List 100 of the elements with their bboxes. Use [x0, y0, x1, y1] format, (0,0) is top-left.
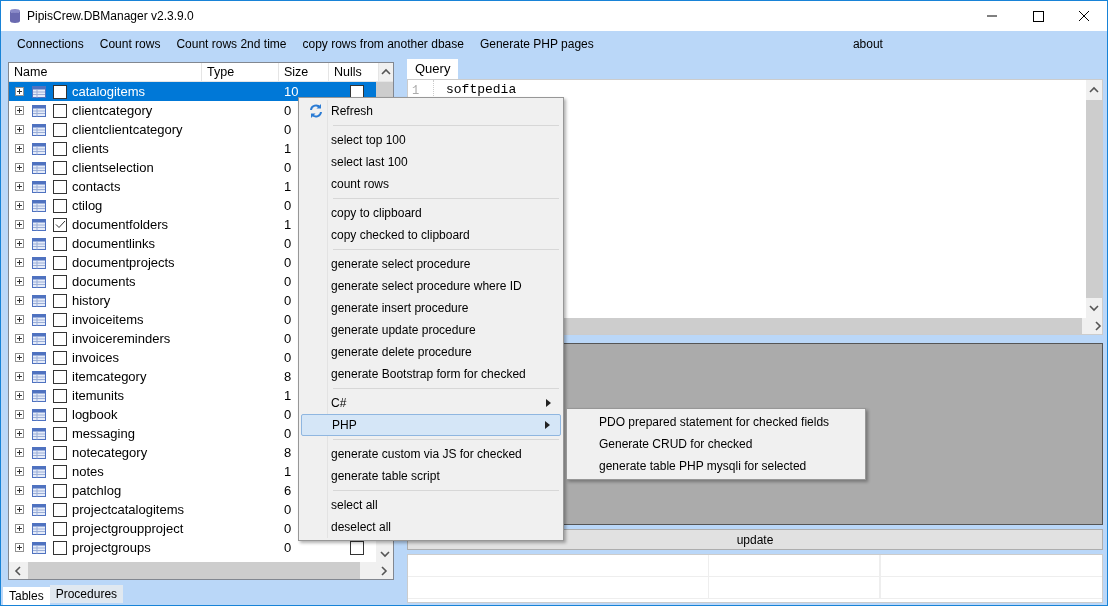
expand-icon[interactable] — [15, 163, 24, 172]
column-header[interactable]: Name — [9, 63, 202, 81]
checkbox[interactable] — [53, 255, 67, 270]
menu-item[interactable]: generate table PHP mysqli for selected — [567, 455, 865, 477]
size-value: 6 — [284, 483, 292, 498]
expand-icon[interactable] — [15, 296, 24, 305]
scroll-up-icon[interactable] — [1089, 86, 1099, 94]
table-icon — [32, 199, 46, 212]
expand-icon[interactable] — [15, 182, 24, 191]
expand-icon[interactable] — [15, 486, 24, 495]
checkbox[interactable] — [53, 521, 67, 536]
expand-icon[interactable] — [15, 353, 24, 362]
expand-icon[interactable] — [15, 334, 24, 343]
checkbox[interactable] — [53, 103, 67, 118]
checkbox[interactable] — [53, 445, 67, 460]
horizontal-scrollbar[interactable] — [9, 562, 393, 579]
menu-item[interactable]: generate Bootstrap form for checked — [301, 363, 561, 385]
checkbox[interactable] — [53, 274, 67, 289]
expand-icon[interactable] — [15, 144, 24, 153]
menu-item[interactable]: select all — [301, 494, 561, 516]
menu-item[interactable]: Count rows — [91, 37, 169, 51]
submenu-arrow-icon — [545, 421, 550, 429]
checkbox[interactable] — [53, 312, 67, 327]
checkbox[interactable] — [53, 122, 67, 137]
expand-icon[interactable] — [15, 410, 24, 419]
expand-icon[interactable] — [15, 201, 24, 210]
table-name: catalogitems — [72, 84, 145, 99]
submenu-item[interactable]: PHP — [301, 414, 561, 436]
column-header[interactable]: Type — [202, 63, 279, 81]
table-icon — [32, 142, 46, 155]
menu-item[interactable]: copy rows from another dbase — [294, 37, 472, 51]
expand-icon[interactable] — [15, 448, 24, 457]
nulls-checkbox[interactable] — [349, 84, 364, 99]
tree-row[interactable]: catalogitems 10 — [9, 82, 376, 101]
expand-icon[interactable] — [15, 277, 24, 286]
table-name: clientcategory — [72, 103, 153, 118]
size-value: 0 — [284, 160, 292, 175]
expand-icon[interactable] — [15, 125, 24, 134]
scroll-down-icon[interactable] — [1089, 304, 1099, 312]
expand-icon[interactable] — [15, 505, 24, 514]
expand-icon[interactable] — [15, 87, 24, 96]
expand-icon[interactable] — [15, 239, 24, 248]
expand-icon[interactable] — [15, 543, 24, 552]
checkbox[interactable] — [53, 331, 67, 346]
menu-item[interactable]: PDO prepared statement for checked fields — [567, 411, 865, 433]
table-name: projectgroups — [72, 540, 151, 555]
checkbox[interactable] — [53, 217, 67, 232]
checkbox[interactable] — [53, 293, 67, 308]
tab[interactable]: Tables — [3, 587, 50, 605]
checkbox[interactable] — [53, 198, 67, 213]
size-value: 0 — [284, 122, 292, 137]
menu-item[interactable]: Generate CRUD for checked — [567, 433, 865, 455]
checkbox[interactable] — [53, 502, 67, 517]
vertical-scrollbar[interactable] — [1086, 80, 1102, 318]
table-icon — [32, 237, 46, 250]
size-value: 0 — [284, 293, 292, 308]
checkbox[interactable] — [53, 388, 67, 403]
menu-item[interactable]: about — [847, 35, 1103, 53]
scroll-left-icon[interactable] — [14, 565, 22, 576]
checkbox[interactable] — [53, 160, 67, 175]
tab[interactable]: Procedures — [49, 585, 124, 603]
menu-item[interactable]: Connections — [9, 37, 92, 51]
checkbox[interactable] — [53, 350, 67, 365]
table-name: contacts — [72, 179, 121, 194]
menu-item[interactable]: generate table script — [301, 465, 561, 487]
checkbox[interactable] — [53, 236, 67, 251]
expand-icon[interactable] — [15, 391, 24, 400]
scroll-right-icon[interactable] — [1094, 321, 1102, 331]
expand-icon[interactable] — [15, 429, 24, 438]
menu-item[interactable]: Count rows 2nd time — [168, 37, 295, 51]
expand-icon[interactable] — [15, 106, 24, 115]
checkbox[interactable] — [53, 540, 67, 555]
expand-icon[interactable] — [15, 258, 24, 267]
checkbox[interactable] — [53, 369, 67, 384]
scroll-down-icon[interactable] — [379, 550, 390, 558]
checkbox[interactable] — [53, 483, 67, 498]
expand-icon[interactable] — [15, 467, 24, 476]
size-value: 1 — [284, 464, 292, 479]
checkbox[interactable] — [53, 179, 67, 194]
scroll-up-icon[interactable] — [381, 68, 391, 76]
expand-icon[interactable] — [15, 220, 24, 229]
submenu-item[interactable]: C# — [301, 392, 561, 414]
table-icon — [32, 446, 46, 459]
checkbox[interactable] — [53, 84, 67, 99]
column-header[interactable]: Size — [279, 63, 329, 81]
expand-icon[interactable] — [15, 372, 24, 381]
menu-item[interactable]: Generate PHP pages — [471, 37, 602, 51]
checkbox[interactable] — [53, 464, 67, 479]
menu-item[interactable]: generate delete procedure — [301, 341, 561, 363]
query-tab[interactable]: Query — [407, 59, 459, 79]
checkbox[interactable] — [53, 141, 67, 156]
scroll-right-icon[interactable] — [380, 565, 388, 576]
expand-icon[interactable] — [15, 315, 24, 324]
table-name: history — [72, 293, 111, 308]
table-icon — [32, 465, 46, 478]
checkbox[interactable] — [53, 407, 67, 422]
expand-icon[interactable] — [15, 524, 24, 533]
size-value: 1 — [284, 141, 292, 156]
menu-item[interactable]: generate custom via JS for checked — [301, 443, 561, 465]
checkbox[interactable] — [53, 426, 67, 441]
